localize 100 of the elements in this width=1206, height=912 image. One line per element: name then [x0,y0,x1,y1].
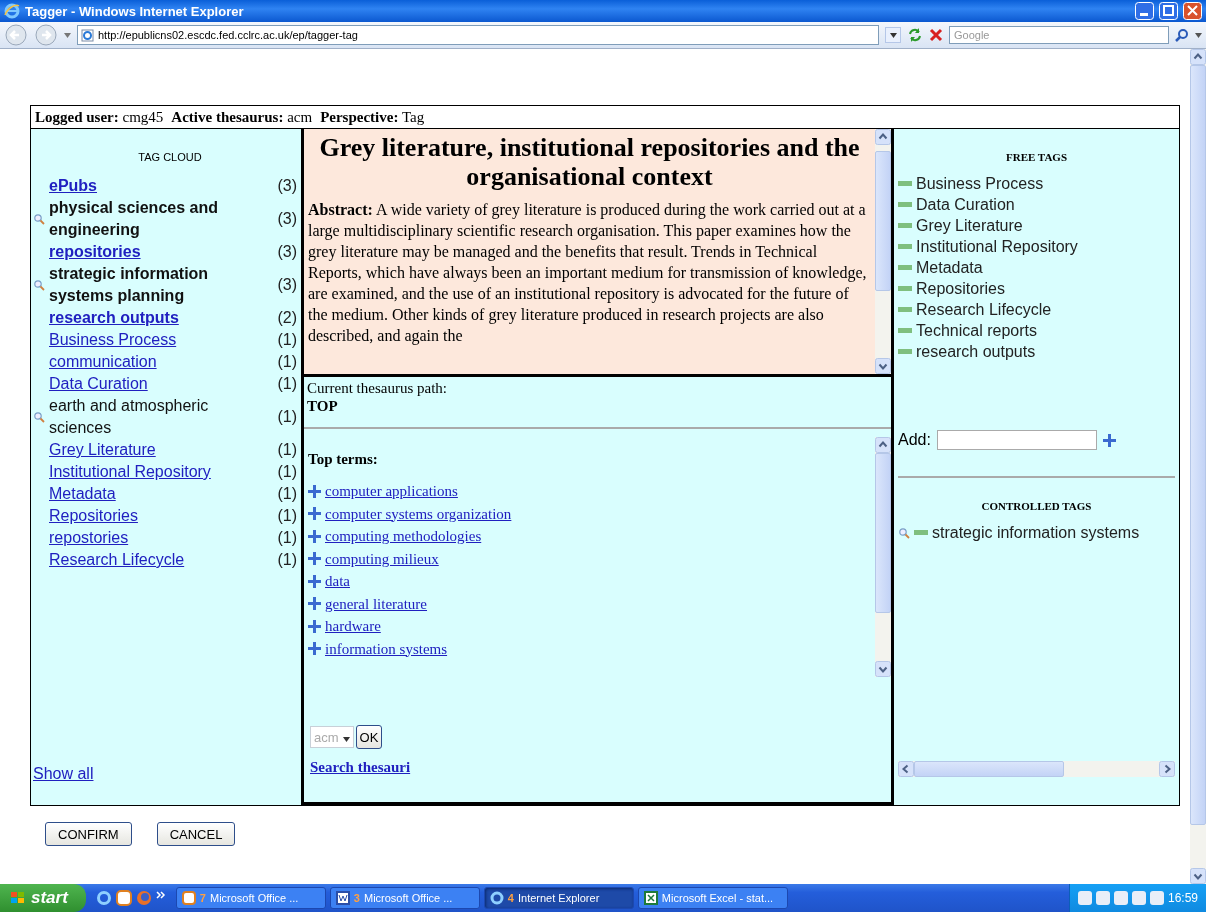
scroll-up-icon[interactable] [1190,49,1206,65]
abstract-text: Abstract: A wide variety of grey literature is produced during the work carried out at a large multidisciplinary scientific research organisation. This paper examines how the grey literature may be managed and the benefits that result. Trends in Technical Reports, which have always been an important medium for transmission of knowledge, are examined, and the use of an institutional repository is advocated for the future of the medium. Other kinds of grey literature produced in research projects are also described, and again the [308,200,868,346]
document-title: Grey literature, institutional repositories and the organisational context [318,133,861,191]
taskbar-button[interactable]: 4 Internet Explorer [483,887,634,909]
scroll-up-icon[interactable] [875,129,891,145]
dropdown-button[interactable] [885,27,901,43]
free-tag: Repositories [916,278,1005,299]
search-thesauri-link[interactable]: Search thesauri [310,759,411,776]
scrollbar[interactable] [875,437,891,677]
free-tag: Data Curation [916,194,1015,215]
ok-button[interactable]: OK [355,725,383,749]
term-link[interactable]: computing methodologies [325,525,482,548]
tag-count: (1) [277,528,297,548]
maximize-button[interactable] [1159,2,1178,20]
taskbar-button[interactable]: Microsoft Excel - stat... [637,887,788,909]
window-title: Tagger - Windows Internet Explorer [25,3,245,19]
term-link[interactable]: computing milieux [325,547,439,570]
plus-icon[interactable] [308,484,321,498]
back-button[interactable] [4,24,28,46]
scrollbar[interactable] [1190,49,1206,884]
tag-count: (1) [277,550,297,570]
plus-icon[interactable] [308,507,321,521]
taskbar-button[interactable]: 3 Microsoft Office ... [329,887,480,909]
tag-link[interactable]: repositories [49,241,249,263]
tag-count: (1) [277,407,297,427]
tag-count: (2) [277,308,297,328]
tag-link[interactable]: Metadata [49,483,249,505]
app-icon[interactable] [115,890,132,906]
term-link[interactable]: computer systems organization [325,502,512,525]
tray-icon[interactable] [1149,891,1164,905]
tag-link[interactable]: Grey Literature [49,439,249,461]
scroll-left-icon[interactable] [898,761,914,777]
tag-link[interactable]: Data Curation [49,373,249,395]
tag-link[interactable]: Institutional Repository [49,461,249,483]
scrollbar[interactable] [898,761,1175,777]
term-link[interactable]: computer applications [325,480,458,503]
tray-icon[interactable] [1077,891,1092,905]
forward-button[interactable] [34,24,58,46]
tag-link[interactable]: Business Process [49,329,249,351]
term-link[interactable]: data [325,570,350,593]
plus-icon[interactable] [308,597,321,611]
refresh-icon[interactable] [907,27,923,43]
free-tag: Technical reports [916,320,1037,341]
tag-count: (1) [277,506,297,526]
panel-heading: TAG CLOUD [137,151,203,163]
scrollbar[interactable] [875,129,891,374]
plus-icon[interactable] [1102,433,1116,447]
spreadsheet-icon [643,891,658,905]
magnifier-icon [33,213,45,225]
browser-icon[interactable] [95,890,112,906]
show-all-link[interactable]: Show all [33,765,233,783]
tag-link[interactable]: communication [49,351,249,373]
tag-link[interactable]: repostories [49,527,249,549]
free-tag: Business Process [916,173,1044,194]
tag-count: (3) [277,209,297,229]
plus-icon[interactable] [308,619,321,633]
tray-icon[interactable] [1113,891,1128,905]
action-button[interactable]: CANCEL [156,822,236,846]
tray-icon[interactable] [1095,891,1110,905]
scroll-down-icon[interactable] [1190,868,1206,884]
search-field[interactable]: Google [949,26,1169,44]
search-icon[interactable] [1175,28,1189,42]
term-link[interactable]: hardware [325,615,381,638]
panel-heading: CONTROLLED TAGS [980,500,1093,512]
close-button[interactable] [1183,2,1202,20]
plus-icon[interactable] [308,574,321,588]
tag-link[interactable]: ePubs [49,175,249,197]
free-tag: Metadata [916,257,983,278]
minimize-button[interactable] [1135,2,1154,20]
tray-icon[interactable] [1131,891,1146,905]
action-button[interactable]: CONFIRM [45,822,132,846]
tag-count: (3) [277,176,297,196]
taskbar-button[interactable]: 7 Microsoft Office ... [175,887,326,909]
tag-concept: physical sciences and engineering [49,198,219,240]
path-label: Current thesaurus path: [307,379,448,397]
tag-link[interactable]: Repositories [49,505,249,527]
tag-count: (1) [277,462,297,482]
chevron-icon[interactable] [155,890,166,900]
plus-icon[interactable] [308,552,321,566]
tag-link[interactable]: Research Lifecycle [49,549,249,571]
magnifier-icon [33,279,45,291]
info-field: Perspective: Tag [320,108,425,126]
term-link[interactable]: general literature [325,592,428,615]
scroll-down-icon[interactable] [875,661,891,677]
stop-icon[interactable] [929,28,943,42]
scroll-right-icon[interactable] [1159,761,1175,777]
section-heading: Top terms: [308,451,379,468]
add-tag-field[interactable] [936,430,1097,450]
address-field[interactable]: http://epublicns02.escdc.fed.cclrc.ac.uk/ep/tagger-tag [77,25,879,45]
tag-link[interactable]: research outputs [49,307,249,329]
plus-icon[interactable] [308,642,321,656]
term-link[interactable]: information systems [325,637,448,660]
tag-count: (3) [277,275,297,295]
magnifier-icon [33,411,45,423]
plus-icon[interactable] [308,529,321,543]
caret-icon [889,32,897,38]
caret-icon[interactable] [64,32,71,38]
scroll-up-icon[interactable] [875,437,891,453]
scroll-down-icon[interactable] [875,358,891,374]
caret-icon[interactable] [1195,32,1202,38]
